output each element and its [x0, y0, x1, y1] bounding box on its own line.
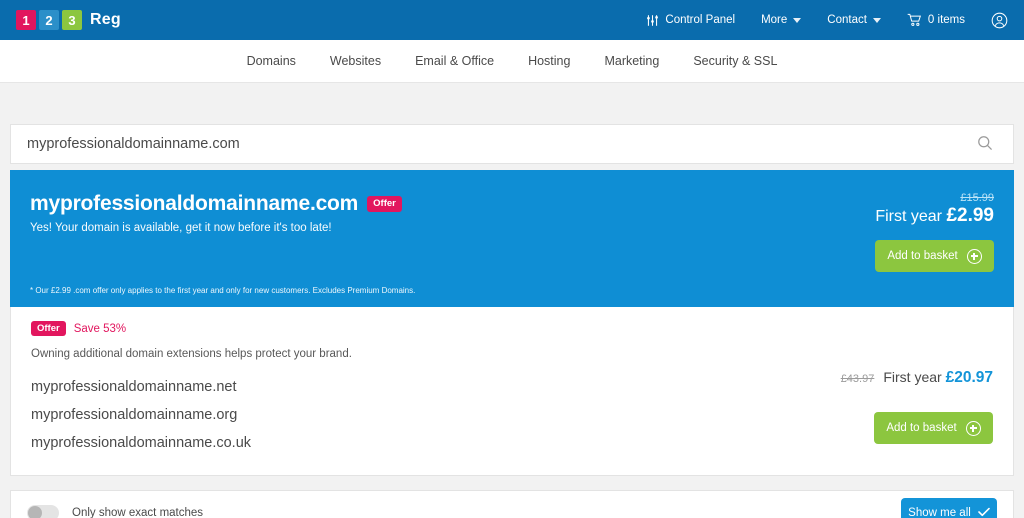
nav-more-label: More	[761, 14, 788, 26]
logo-digit-3: 3	[62, 10, 82, 30]
show-me-all-button[interactable]: Show me all	[901, 497, 997, 518]
main-nav-item-websites[interactable]: Websites	[330, 54, 381, 68]
account-icon	[991, 12, 1008, 29]
domain-result-banner: myprofessionaldomainname.com Offer Yes! …	[10, 170, 1014, 307]
add-to-basket-label: Add to basket	[886, 422, 957, 434]
plus-circle-icon	[966, 248, 982, 264]
save-percentage-text: Save 53%	[73, 322, 127, 335]
search-icon	[977, 135, 993, 154]
banner-content-row: myprofessionaldomainname.com Offer Yes! …	[30, 192, 994, 272]
nav-control-panel-label: Control Panel	[665, 14, 736, 26]
add-to-basket-button-bundle[interactable]: Add to basket	[874, 412, 993, 444]
suggestions-helper-text: Owning additional domain extensions help…	[31, 348, 352, 361]
bundle-new-price-line: First year £20.97	[883, 369, 993, 387]
toggle-knob	[28, 506, 42, 518]
results-filter-bar: Only show exact matches Show me all	[10, 490, 1014, 518]
banner-domain-line: myprofessionaldomainname.com Offer	[30, 192, 794, 216]
offer-disclaimer: * Our £2.99 .com offer only applies to t…	[30, 286, 416, 295]
domain-search-bar	[10, 124, 1014, 164]
show-me-all-label: Show me all	[908, 507, 971, 518]
nav-more[interactable]: More	[761, 14, 802, 26]
banner-left: myprofessionaldomainname.com Offer Yes! …	[30, 192, 794, 234]
toggle-switch[interactable]	[27, 505, 59, 518]
nav-contact[interactable]: Contact	[827, 14, 881, 26]
main-navigation: Domains Websites Email & Office Hosting …	[0, 40, 1024, 83]
top-header: 1 2 3 Reg Control Panel More Contact 0 i…	[0, 0, 1024, 40]
exact-matches-toggle[interactable]: Only show exact matches	[27, 505, 203, 518]
main-nav-item-security-ssl[interactable]: Security & SSL	[693, 54, 777, 68]
chevron-down-icon	[793, 17, 802, 23]
search-button[interactable]	[973, 132, 997, 156]
bundle-button-wrap: Add to basket	[841, 399, 993, 444]
nav-account[interactable]	[991, 12, 1008, 29]
bundle-old-price: £43.97	[840, 373, 875, 385]
cart-icon	[907, 13, 922, 27]
bundle-price: £20.97	[945, 369, 993, 386]
nav-basket[interactable]: 0 items	[907, 13, 965, 27]
main-nav-item-domains[interactable]: Domains	[247, 54, 296, 68]
search-input[interactable]	[27, 136, 973, 152]
add-to-basket-label: Add to basket	[887, 250, 958, 262]
result-domain-name: myprofessionaldomainname.com	[30, 192, 359, 215]
main-nav-item-marketing[interactable]: Marketing	[604, 54, 659, 68]
sliders-icon	[646, 14, 659, 27]
nav-control-panel[interactable]: Control Panel	[646, 14, 735, 27]
nav-basket-label: 0 items	[927, 14, 965, 26]
save-row: Offer Save 53%	[31, 321, 993, 337]
add-to-basket-button-primary[interactable]: Add to basket	[875, 240, 994, 272]
utility-nav: Control Panel More Contact 0 items	[646, 12, 1008, 29]
bundle-pricing: £43.97 First year £20.97 Add to basket	[841, 369, 993, 444]
site-logo[interactable]: 1 2 3 Reg	[16, 10, 121, 30]
plus-circle-icon	[965, 420, 981, 436]
logo-digit-1: 1	[16, 10, 36, 30]
banner-price: £2.99	[946, 205, 994, 226]
logo-digit-2: 2	[39, 10, 59, 30]
availability-text: Yes! Your domain is available, get it no…	[30, 222, 332, 234]
chevron-down-icon	[872, 17, 881, 23]
bundle-price-line: £43.97 First year £20.97	[841, 369, 993, 387]
banner-pricing: £15.99 First year £2.99 Add to basket	[794, 192, 994, 272]
page-body: myprofessionaldomainname.com Offer Yes! …	[0, 83, 1024, 518]
suggested-domains-card: Offer Save 53% Owning additional domain …	[10, 307, 1014, 477]
bundle-price-prefix: First year	[883, 369, 942, 385]
banner-old-price: £15.99	[960, 192, 994, 204]
logo-word: Reg	[90, 11, 121, 28]
main-nav-item-hosting[interactable]: Hosting	[528, 54, 570, 68]
banner-price-prefix: First year	[875, 208, 942, 225]
nav-contact-label: Contact	[827, 14, 867, 26]
main-nav-item-email-office[interactable]: Email & Office	[415, 54, 494, 68]
offer-badge: Offer	[367, 196, 402, 212]
check-icon	[978, 507, 990, 518]
banner-price-line: First year £2.99	[794, 205, 994, 227]
page-top-spacer	[10, 83, 1014, 124]
toggle-label: Only show exact matches	[72, 507, 204, 518]
suggestions-offer-badge: Offer	[31, 321, 66, 337]
